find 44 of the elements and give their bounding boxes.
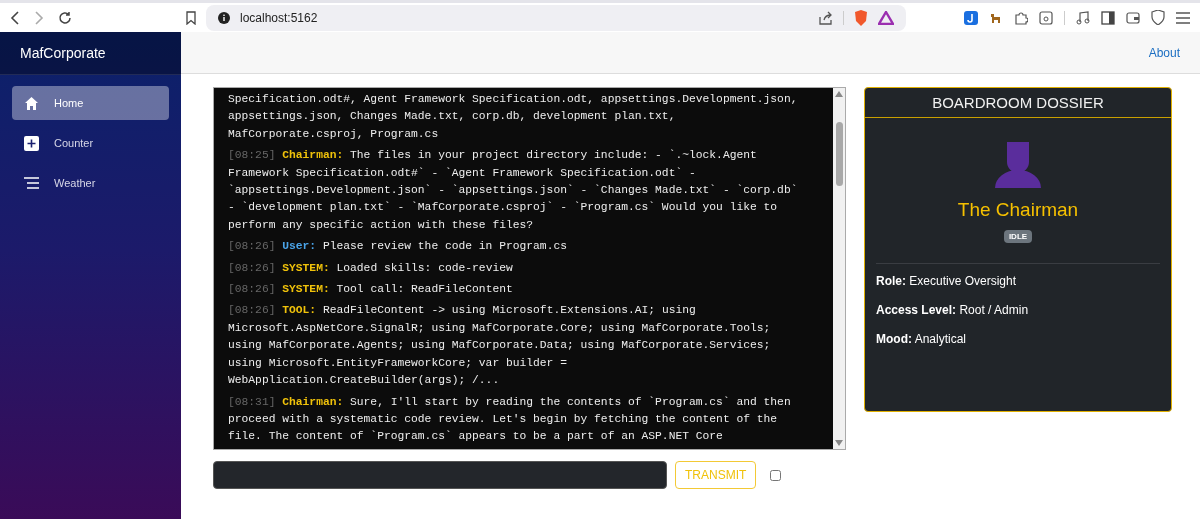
sidebar-icon[interactable] [1101, 10, 1115, 25]
status-badge: IDLE [1003, 230, 1033, 243]
triangle-icon[interactable] [878, 10, 894, 25]
home-icon [24, 95, 39, 111]
message-input[interactable] [213, 461, 667, 489]
music-icon[interactable] [1076, 10, 1090, 25]
extension-icon[interactable] [964, 10, 978, 25]
log-message: Specification.odt#, Agent Framework Specification.odt, appsettings.Development.json, appsettings.json, Changes Made.txt, corp.db, development plan.txt, MafCorporate.csproj, Program.cs [228, 92, 799, 142]
card-title: BOARDROOM DOSSIER [865, 88, 1171, 118]
animal-icon[interactable] [989, 11, 1003, 24]
about-link[interactable]: About [1148, 45, 1180, 60]
wallet-icon[interactable] [1126, 10, 1140, 25]
brand-name[interactable]: MafCorporate [20, 45, 106, 61]
puzzle-icon[interactable] [1014, 10, 1028, 25]
reload-icon[interactable] [58, 10, 72, 25]
url-text: localhost:5162 [240, 10, 318, 25]
checkbox[interactable] [770, 469, 782, 481]
dossier-field: Access Level: Root / Admin [876, 303, 1160, 317]
log-message: [08:31] Chairman: Sure, I'll start by reading the contents of `Program.cs` and then proceed with a systematic code review. Let's begin by fetching the content of the file. The content of `Program.cs` appears to be a part of an ASP.NET Core [228, 394, 792, 445]
scrollbar[interactable] [833, 88, 845, 449]
plus-icon [24, 135, 39, 151]
nav-link[interactable]: Home [12, 86, 169, 120]
scroll-thumb[interactable] [835, 122, 843, 186]
log-message: [08:26] User: Please review the code in Program.cs [228, 239, 568, 255]
log-message: [08:26] TOOL: ReadFileContent -> using Microsoft.Extensions.AI; using Microsoft.AspNetCore.SignalR; using MafCorporate.Core; using MafCorporate.Tools; using MafCorporate.Agents; using MafCorporate.Data; using MafCorporate.Services; using Microsoft.EntityFrameworkCore; var builder = WebApplication.CreateBuilder(args); /... [228, 303, 772, 389]
log-message: [08:25] Chairman: The files in your project directory include: - `.~lock.Agent Framework Specification.odt#` - `Agent Framework Specification.odt` - `appsettings.Development.json` - `appsettings.json` - `Changes Made.txt` - `corp.db` - `development plan.txt` - `MafCorporate.csproj` - `Program.cs` Would you like to perform any specific action with these files? [228, 148, 799, 233]
nav-link[interactable]: Weather [12, 166, 169, 200]
scroll-down-icon[interactable] [834, 439, 844, 447]
avatar-icon [995, 140, 1041, 188]
info-icon[interactable] [218, 11, 230, 24]
log-message: [08:26] SYSTEM: Tool call: ReadFileContent [228, 282, 514, 298]
log-message: [08:26] SYSTEM: Loaded skills: code-review [228, 260, 514, 276]
menu-icon[interactable] [1176, 11, 1190, 24]
address-bar[interactable]: localhost:5162 [206, 4, 906, 31]
dossier-field: Role: Executive Oversight [876, 274, 1160, 288]
agent-name: The Chairman [957, 199, 1079, 221]
scroll-up-icon[interactable] [834, 90, 844, 98]
dossier-field: Mood: Analytical [876, 332, 1160, 346]
back-icon[interactable] [10, 10, 20, 25]
share-icon[interactable] [819, 10, 833, 25]
shield-icon[interactable] [854, 9, 868, 26]
nav-link[interactable]: Counter [12, 126, 169, 160]
bookmark-icon[interactable] [186, 10, 196, 25]
list-icon [24, 177, 39, 189]
